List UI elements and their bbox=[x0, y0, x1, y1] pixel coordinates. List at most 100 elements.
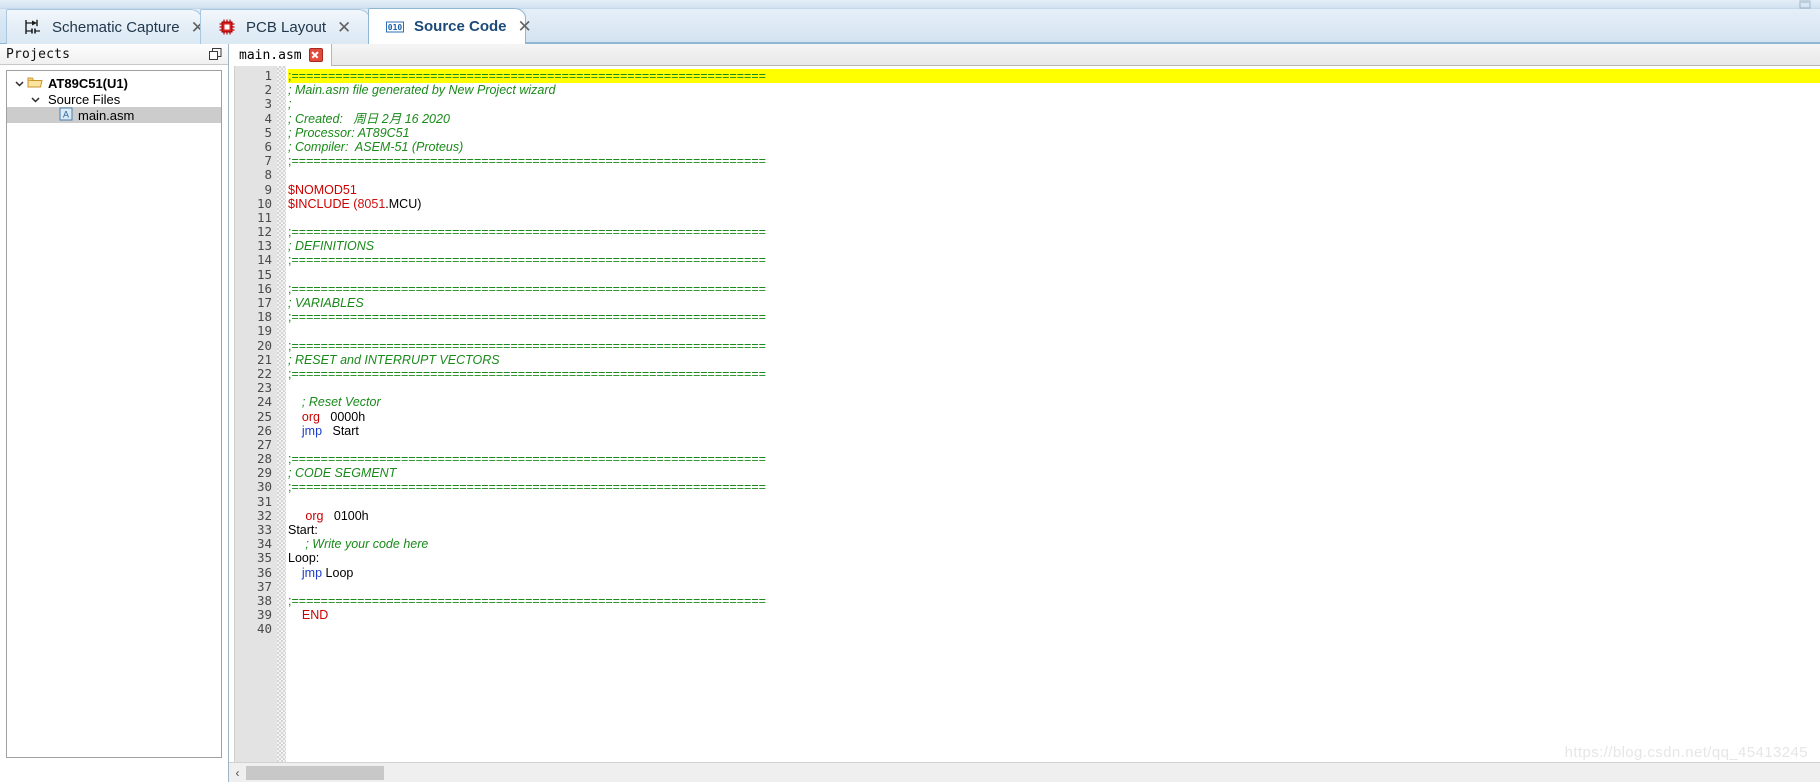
code-line[interactable]: jmp Loop bbox=[288, 566, 1820, 580]
line-number: 29 bbox=[256, 465, 272, 481]
code-line[interactable]: END bbox=[288, 608, 1820, 622]
pcb-chip-icon bbox=[219, 19, 235, 35]
pin-icon[interactable] bbox=[1798, 0, 1812, 9]
code-line[interactable]: ; bbox=[288, 97, 1820, 111]
code-line[interactable] bbox=[288, 324, 1820, 338]
svg-text:A: A bbox=[63, 110, 70, 120]
horizontal-scroll-thumb[interactable] bbox=[246, 765, 384, 780]
line-number: 7 bbox=[264, 153, 272, 169]
code-token: ; Processor: AT89C51 bbox=[288, 125, 410, 140]
code-line[interactable]: Start: bbox=[288, 523, 1820, 537]
code-line[interactable]: ;=======================================… bbox=[288, 339, 1820, 353]
code-line[interactable]: Loop: bbox=[288, 551, 1820, 565]
code-line[interactable]: ; Processor: AT89C51 bbox=[288, 126, 1820, 140]
code-line[interactable] bbox=[288, 211, 1820, 225]
line-number: 38 bbox=[256, 592, 272, 608]
code-line[interactable] bbox=[288, 495, 1820, 509]
code-line[interactable]: $NOMOD51 bbox=[288, 183, 1820, 197]
line-number: 6 bbox=[264, 138, 272, 154]
tab-pcb-layout[interactable]: PCB Layout ✕ bbox=[200, 9, 370, 44]
line-number: 8 bbox=[264, 167, 272, 183]
tab-source-code[interactable]: 010 Source Code ✕ bbox=[368, 8, 532, 44]
code-token: ; DEFINITIONS bbox=[288, 239, 375, 254]
code-token: ;=======================================… bbox=[288, 480, 766, 495]
code-line[interactable] bbox=[288, 168, 1820, 182]
horizontal-scrollbar[interactable]: ‹ bbox=[229, 762, 1820, 782]
tree-node-source-files[interactable]: Source Files bbox=[7, 91, 221, 107]
code-line[interactable]: ;=======================================… bbox=[288, 594, 1820, 608]
chevron-down-icon[interactable] bbox=[27, 91, 43, 107]
code-line[interactable] bbox=[288, 438, 1820, 452]
code-line[interactable]: ; RESET and INTERRUPT VECTORS bbox=[288, 353, 1820, 367]
code-line[interactable]: jmp Start bbox=[288, 424, 1820, 438]
line-number: 36 bbox=[256, 564, 272, 580]
code-token: jmp bbox=[301, 565, 323, 580]
svg-text:010: 010 bbox=[388, 23, 403, 32]
line-number: 4 bbox=[264, 110, 272, 126]
code-line[interactable]: ; DEFINITIONS bbox=[288, 239, 1820, 253]
code-text[interactable]: ;=======================================… bbox=[286, 66, 1820, 762]
code-line[interactable] bbox=[288, 622, 1820, 636]
line-number: 33 bbox=[256, 522, 272, 537]
close-icon[interactable] bbox=[308, 48, 323, 62]
schematic-capture-icon bbox=[25, 19, 40, 34]
application-tab-bar: Schematic Capture ✕ PCB Layout ✕ 010 Sou… bbox=[0, 0, 1820, 44]
code-line[interactable]: ; Main.asm file generated by New Project… bbox=[288, 83, 1820, 97]
line-number: 13 bbox=[256, 238, 272, 254]
document-tab-label: main.asm bbox=[239, 47, 302, 63]
code-token: $INCLUDE ( bbox=[288, 196, 358, 211]
code-token: END bbox=[301, 608, 329, 623]
project-tree[interactable]: AT89C51(U1) Source Files A main.asm bbox=[6, 70, 222, 758]
code-token: ;=======================================… bbox=[288, 154, 766, 169]
code-line[interactable]: $INCLUDE (8051.MCU) bbox=[288, 197, 1820, 211]
code-token: ; Reset Vector bbox=[288, 395, 381, 410]
code-line[interactable]: ;=======================================… bbox=[288, 367, 1820, 381]
close-icon[interactable]: ✕ bbox=[337, 19, 351, 36]
code-token: org bbox=[305, 508, 324, 523]
code-line[interactable] bbox=[288, 580, 1820, 594]
close-icon[interactable]: ✕ bbox=[518, 18, 532, 35]
code-line[interactable]: ; Compiler: ASEM-51 (Proteus) bbox=[288, 140, 1820, 154]
code-line[interactable]: ; VARIABLES bbox=[288, 296, 1820, 310]
binary-code-icon: 010 bbox=[386, 21, 404, 32]
code-line[interactable]: ;=======================================… bbox=[288, 282, 1820, 296]
code-line[interactable]: ; Write your code here bbox=[288, 537, 1820, 551]
chevron-down-icon[interactable] bbox=[11, 75, 27, 91]
code-line[interactable]: ;=======================================… bbox=[288, 480, 1820, 494]
document-tab-main-asm[interactable]: main.asm bbox=[229, 44, 332, 66]
code-line[interactable]: ;=======================================… bbox=[288, 69, 1820, 84]
code-line[interactable]: ;=======================================… bbox=[288, 310, 1820, 324]
code-line[interactable]: ; Created: 周日 2月 16 2020 bbox=[288, 112, 1820, 126]
tab-schematic-capture[interactable]: Schematic Capture ✕ bbox=[6, 9, 205, 44]
code-token: ;=======================================… bbox=[288, 366, 766, 381]
code-line[interactable]: org 0100h bbox=[288, 509, 1820, 523]
undock-icon[interactable] bbox=[209, 48, 222, 61]
scroll-left-arrow-icon[interactable]: ‹ bbox=[229, 764, 246, 782]
code-line[interactable]: ; CODE SEGMENT bbox=[288, 466, 1820, 480]
code-token: ; CODE SEGMENT bbox=[288, 466, 397, 481]
code-line[interactable]: ;=======================================… bbox=[288, 452, 1820, 466]
line-number: 34 bbox=[256, 536, 272, 552]
code-token: jmp bbox=[301, 423, 323, 438]
code-line[interactable]: ;=======================================… bbox=[288, 154, 1820, 168]
asm-file-icon: A bbox=[59, 107, 73, 124]
code-line[interactable]: ;=======================================… bbox=[288, 225, 1820, 239]
line-number: 27 bbox=[256, 436, 272, 452]
code-line[interactable] bbox=[288, 268, 1820, 282]
code-token: .MCU) bbox=[385, 196, 422, 211]
code-line[interactable]: ; Reset Vector bbox=[288, 395, 1820, 409]
tree-node-at89c51[interactable]: AT89C51(U1) bbox=[7, 75, 221, 91]
line-number: 11 bbox=[256, 209, 272, 225]
code-line[interactable]: ;=======================================… bbox=[288, 253, 1820, 267]
line-number: 1 bbox=[264, 68, 272, 83]
tab-bar-top-strip bbox=[0, 0, 1820, 9]
code-token: 8051 bbox=[357, 196, 386, 211]
code-line[interactable]: org 0000h bbox=[288, 410, 1820, 424]
code-token: ;=======================================… bbox=[288, 452, 766, 467]
code-token: ; RESET and INTERRUPT VECTORS bbox=[288, 352, 500, 367]
tree-node-main-asm[interactable]: A main.asm bbox=[7, 107, 221, 123]
code-line[interactable] bbox=[288, 381, 1820, 395]
